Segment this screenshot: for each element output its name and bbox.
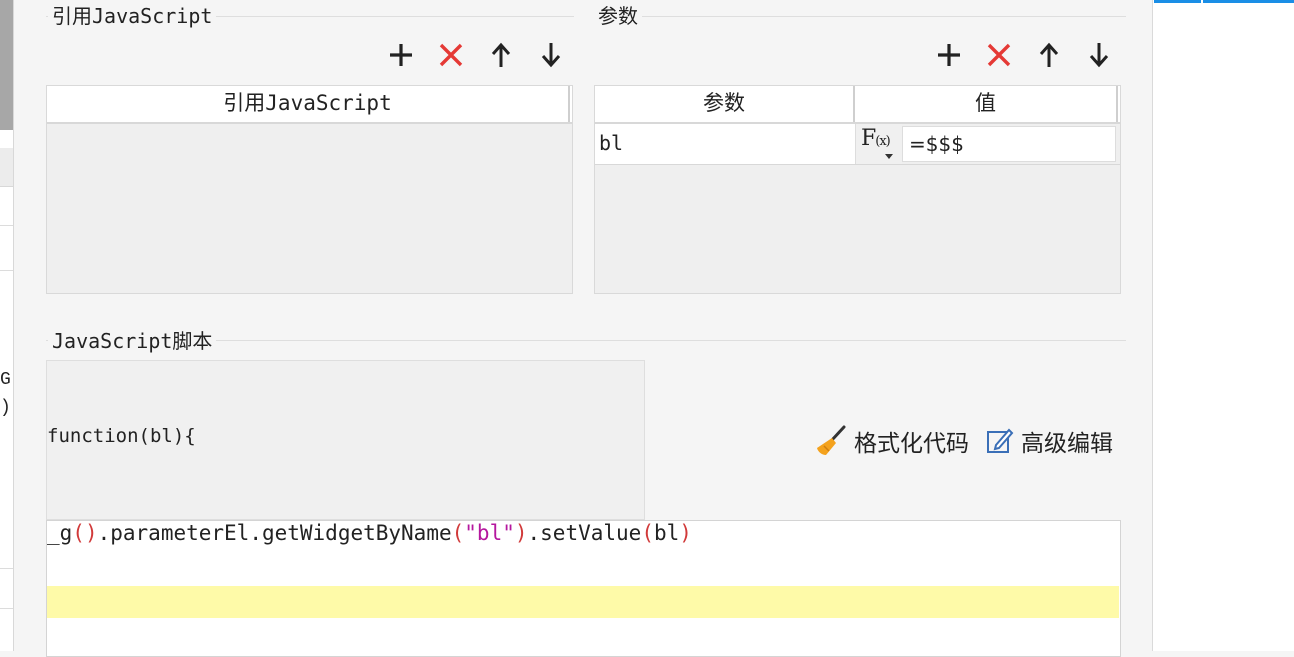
- dropdown-caret-icon: [885, 154, 893, 159]
- add-icon: [390, 44, 412, 66]
- delete-button[interactable]: [436, 40, 466, 70]
- right-panel-accent: [1154, 0, 1294, 3]
- code-token: ): [84, 521, 98, 545]
- table-row[interactable]: bl F(x) =$$$: [595, 124, 1120, 165]
- formula-icon: F(x): [861, 126, 891, 151]
- move-down-button[interactable]: [1084, 40, 1114, 70]
- arrow-up-icon: [491, 42, 511, 67]
- code-token: ): [514, 521, 528, 545]
- code-token: (: [641, 521, 654, 545]
- code-token: _g: [47, 521, 73, 545]
- right-panel-accent-gap: [1201, 0, 1203, 3]
- arrow-down-icon: [1089, 43, 1109, 68]
- ref-js-table: 引用JavaScript: [46, 85, 573, 294]
- arrow-down-icon: [541, 43, 561, 68]
- left-edge-text: ): [0, 398, 11, 418]
- arrow-up-icon: [1039, 42, 1059, 67]
- code-token: (: [451, 521, 465, 545]
- script-actions: 格式化代码 高级编辑: [814, 424, 1113, 458]
- broom-icon: [817, 425, 846, 455]
- function-header: function(bl){: [47, 425, 196, 447]
- delete-icon: [439, 43, 463, 67]
- delete-icon: [987, 43, 1011, 67]
- left-edge-divider: [0, 568, 13, 569]
- add-button[interactable]: [934, 40, 964, 70]
- advanced-edit-label: 高级编辑: [1021, 431, 1113, 457]
- move-up-button[interactable]: [486, 40, 516, 70]
- column-header[interactable]: 引用JavaScript: [47, 86, 570, 122]
- move-up-button[interactable]: [1034, 40, 1064, 70]
- function-header-area: function(bl){: [46, 360, 645, 520]
- code-token: .setValue: [527, 521, 642, 545]
- column-header-name[interactable]: 参数: [595, 86, 855, 122]
- left-edge-divider: [0, 225, 13, 226]
- code-token: "bl": [464, 521, 515, 545]
- ref-js-title: 引用JavaScript: [48, 4, 217, 28]
- move-down-button[interactable]: [536, 40, 566, 70]
- edit-icon: [987, 428, 1014, 453]
- params-table-header: 参数 值: [595, 86, 1120, 124]
- advanced-edit-button[interactable]: 高级编辑: [985, 424, 1113, 458]
- left-edge-text: G: [0, 370, 11, 390]
- formula-button[interactable]: F(x): [855, 124, 902, 164]
- format-code-button[interactable]: 格式化代码: [814, 424, 969, 458]
- ref-js-table-header: 引用JavaScript: [47, 86, 572, 124]
- left-edge-divider: [0, 270, 13, 271]
- delete-button[interactable]: [984, 40, 1014, 70]
- column-header-value[interactable]: 值: [855, 86, 1118, 122]
- add-button[interactable]: [386, 40, 416, 70]
- param-value-field[interactable]: =$$$: [902, 126, 1116, 162]
- code-token: .parameterEl.getWidgetByName: [97, 521, 452, 545]
- code-token: ): [679, 521, 692, 545]
- script-title: JavaScript脚本: [48, 329, 217, 353]
- param-name-cell[interactable]: bl: [595, 124, 855, 164]
- code-line[interactable]: _g().parameterEl.getWidgetByName("bl").s…: [47, 521, 692, 545]
- left-edge-scrollbar[interactable]: [0, 0, 13, 130]
- format-code-label: 格式化代码: [854, 431, 969, 457]
- params-toolbar: [934, 40, 1114, 70]
- right-panel: [1152, 0, 1294, 651]
- add-icon: [938, 44, 960, 66]
- code-token: (: [72, 521, 85, 545]
- current-line-highlight: [47, 586, 1119, 618]
- left-edge-divider: [0, 608, 13, 609]
- ref-js-toolbar: [386, 40, 566, 70]
- left-edge-header: [0, 148, 13, 187]
- code-token: bl: [653, 521, 680, 545]
- group-border: [594, 16, 1126, 17]
- params-table: 参数 值 bl F(x) =$$$: [594, 85, 1121, 294]
- params-title: 参数: [594, 4, 642, 28]
